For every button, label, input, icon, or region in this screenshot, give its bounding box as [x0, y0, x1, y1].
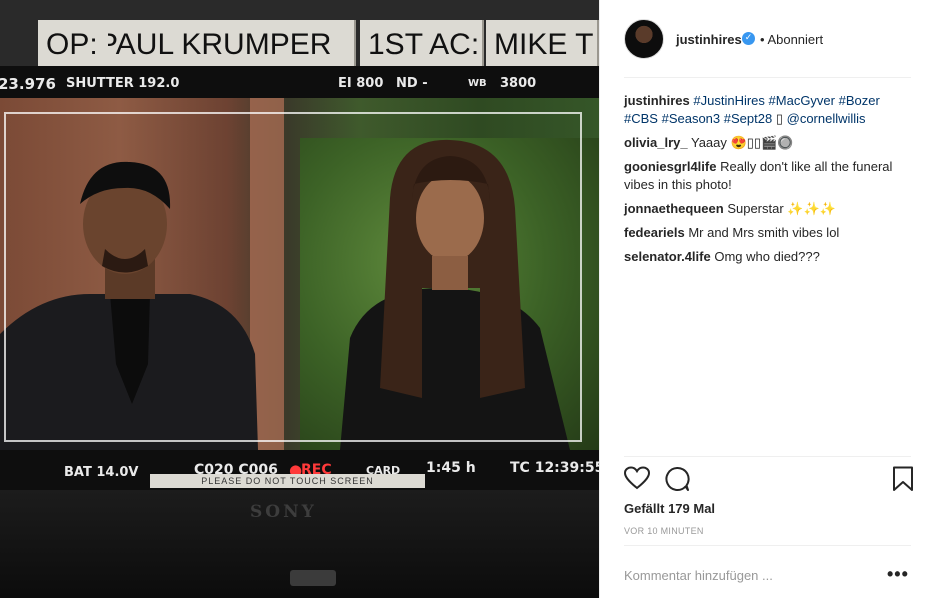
comment-username[interactable]: gooniesgrl4life	[624, 159, 716, 174]
tape-ac-label: 1ST AC:	[360, 20, 484, 68]
post-actions	[624, 466, 914, 494]
caption-username[interactable]: justinhires	[624, 93, 690, 108]
monitor-wb: WB	[468, 78, 487, 89]
tape-op-text: OP: PAUL KRUMPER	[108, 28, 332, 61]
post-photo[interactable]: OP: OP: PAUL KRUMPER 1ST AC: MIKE T 23.9…	[0, 0, 599, 598]
monitor-shutter: SHUTTER 192.0	[66, 76, 180, 91]
monitor-time: 1:45 h	[426, 460, 476, 476]
monitor-wb-value: 3800	[500, 76, 537, 91]
more-options-icon[interactable]: •••	[887, 564, 909, 585]
monitor-fps: 23.976	[0, 75, 56, 93]
hashtag-link[interactable]: #Season3	[662, 111, 721, 126]
comments-list: justinhires #JustinHires #MacGyver #Boze…	[624, 92, 914, 272]
comment-username[interactable]: olivia_lry_	[624, 135, 688, 150]
header-username[interactable]: justinhires	[676, 32, 742, 47]
add-comment-input[interactable]	[624, 566, 864, 584]
monitor-nd: ND -	[396, 76, 428, 91]
bezel-button	[290, 570, 336, 586]
verified-icon: ✓	[742, 32, 755, 45]
monitor-screen	[0, 98, 599, 450]
post-side-panel: justinhires ✓ • Abonniert justinhires #J…	[599, 0, 932, 598]
tape-ac-name: MIKE T	[486, 20, 599, 68]
tape-op-label: OP:	[38, 20, 110, 68]
comment-username[interactable]: jonnaethequeen	[624, 201, 724, 216]
actions-divider	[624, 456, 911, 457]
hashtag-link[interactable]: #JustinHires	[693, 93, 765, 108]
hashtag-link[interactable]: #Sept28	[724, 111, 772, 126]
hashtag-link[interactable]: #Bozer	[839, 93, 880, 108]
comment-text: Omg who died???	[714, 249, 820, 264]
monitor-top-status: 23.976 SHUTTER 192.0 EI 800 ND - WB 3800	[0, 66, 599, 98]
list-item: fedeariels Mr and Mrs smith vibes lol	[624, 224, 914, 242]
tape-bar: OP: OP: PAUL KRUMPER 1ST AC: MIKE T	[0, 0, 599, 68]
likes-count[interactable]: Gefällt 179 Mal	[624, 501, 715, 516]
bookmark-icon[interactable]	[890, 466, 916, 492]
tape-op-name: OP: PAUL KRUMPER	[108, 20, 356, 68]
mention-link[interactable]: @cornellwillis	[787, 111, 866, 126]
list-item: selenator.4life Omg who died???	[624, 248, 914, 266]
comment-text: Superstar ✨✨✨	[727, 201, 836, 216]
list-item: gooniesgrl4life Really don't like all th…	[624, 158, 914, 194]
hashtag-link[interactable]: #CBS	[624, 111, 658, 126]
comment-text: Yaaay 😍▯▯🎬🔘	[691, 135, 794, 150]
hashtag-link[interactable]: #MacGyver	[769, 93, 835, 108]
monitor-timecode: TC 12:39:55:0	[510, 460, 599, 476]
comment-text: Mr and Mrs smith vibes lol	[688, 225, 840, 240]
post-timestamp[interactable]: VOR 10 MINUTEN	[624, 526, 704, 536]
comment-username[interactable]: selenator.4life	[624, 249, 711, 264]
caption: justinhires #JustinHires #MacGyver #Boze…	[624, 92, 914, 128]
avatar[interactable]	[624, 19, 664, 59]
comment-icon[interactable]	[664, 466, 690, 492]
header-divider	[624, 77, 911, 78]
comment-username[interactable]: fedeariels	[624, 225, 685, 240]
emoji-glyph: ▯	[775, 111, 783, 126]
comment-box-divider	[624, 545, 911, 546]
list-item: jonnaethequeen Superstar ✨✨✨	[624, 200, 914, 218]
monitor-battery: BAT 14.0V	[64, 465, 139, 480]
list-item: olivia_lry_ Yaaay 😍▯▯🎬🔘	[624, 134, 914, 152]
post-header: justinhires ✓ • Abonniert	[600, 0, 932, 78]
brand-logo: SONY	[250, 502, 317, 522]
heart-icon[interactable]	[624, 466, 650, 492]
follow-status[interactable]: • Abonniert	[760, 32, 823, 47]
frame-guide	[4, 112, 582, 442]
monitor-ei: EI 800	[338, 76, 384, 91]
touch-warning-label: PLEASE DO NOT TOUCH SCREEN	[150, 474, 425, 488]
